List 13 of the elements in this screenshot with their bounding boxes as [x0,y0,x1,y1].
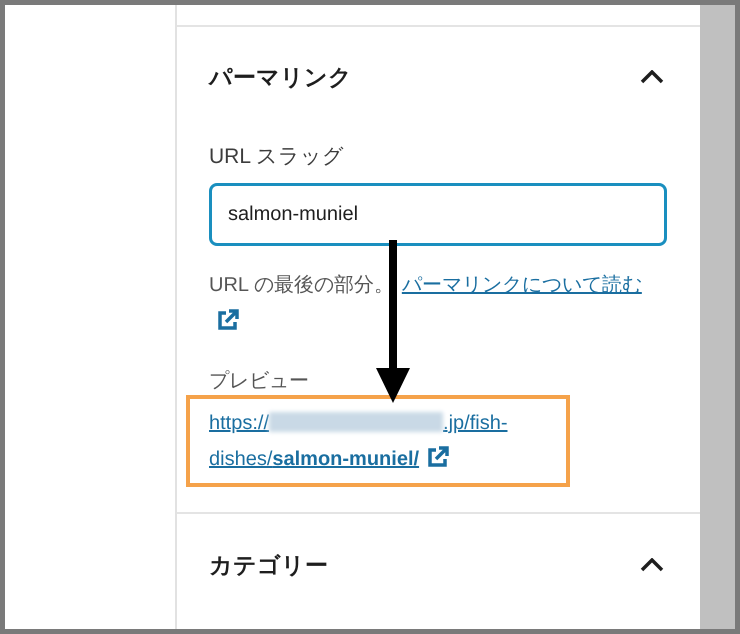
chevron-up-icon[interactable] [640,558,664,572]
section-title[interactable]: パーマリンク [209,62,352,92]
slug-input-field[interactable]: salmon-muniel [209,183,667,246]
preview-label: プレビュー [209,369,310,394]
section-title[interactable]: カテゴリー [209,550,328,580]
field-label: URL スラッグ [209,144,346,170]
external-link-icon [217,309,239,331]
permalink-help-link[interactable]: パーマリンクについて読む [402,274,642,296]
scrollbar[interactable] [700,5,735,629]
external-link-icon [427,446,450,468]
help-text: URL の最後の部分。 [209,274,394,296]
preview-url-link[interactable]: https:// .jp/fish-dishes/salmon-muniel/ [209,405,558,477]
chevron-up-icon[interactable] [640,70,664,84]
